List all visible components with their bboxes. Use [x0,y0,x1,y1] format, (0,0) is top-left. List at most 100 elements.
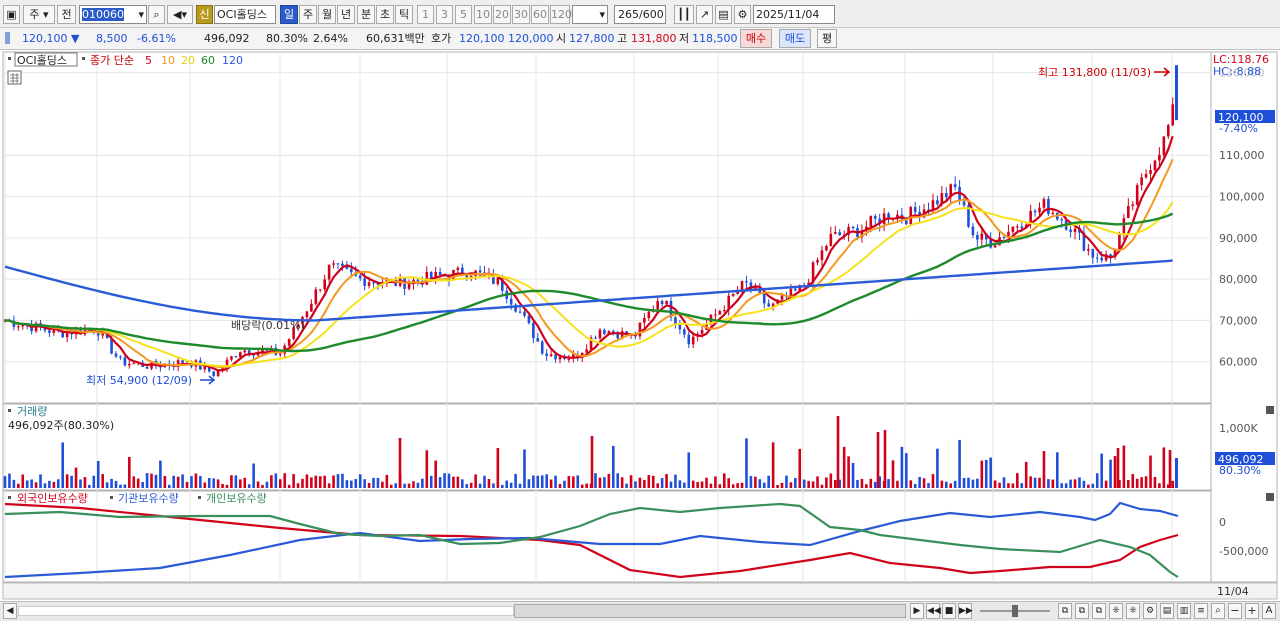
volume-bar [931,474,935,488]
rewind-icon[interactable]: ◀◀ [926,603,941,619]
candle-body [1038,207,1041,213]
eval-button[interactable]: 평 [817,29,837,48]
zoom-in-icon[interactable]: + [1245,603,1259,619]
zoom-slider-handle[interactable] [1012,605,1018,617]
tab-day[interactable]: 일 [280,5,298,24]
candle-body [780,295,784,300]
candle-body [691,336,695,345]
zoom-out-icon[interactable]: − [1228,603,1242,619]
volume-bar [740,482,744,488]
candle-last [1175,65,1178,121]
volume-bar [43,483,47,488]
search-zoom-icon[interactable]: ⌕ [1211,603,1225,619]
sound-icon[interactable]: ◀▾ [167,5,193,24]
gear-icon[interactable]: ⚙ [734,5,751,24]
volume-bar [1149,455,1152,488]
volume-bar [913,483,917,488]
volume-bar [1095,473,1099,488]
candle-body [873,216,877,219]
chart-list-icon[interactable]: ≡ [1194,603,1208,619]
candle-body [350,268,353,273]
scroll-track[interactable] [18,606,514,616]
buy-button[interactable]: 매수 [740,29,772,48]
scroll-thumb[interactable] [514,604,906,618]
date-input[interactable]: 2025/11/04 [753,5,835,24]
holdings-panel-close-icon[interactable] [1266,493,1274,501]
interval-3[interactable]: 3 [436,5,453,24]
candle-body [416,279,420,281]
volume-bar [865,484,868,488]
candle-body [332,263,335,265]
interval-30[interactable]: 30 [512,5,530,24]
volume-bar [163,475,167,488]
forward-icon[interactable]: ▶▶ [958,603,973,619]
interval-10[interactable]: 10 [474,5,492,24]
interval-custom-dropdown[interactable]: ▾ [572,5,608,24]
stop-icon[interactable]: ■ [942,603,956,619]
volume-bar [425,450,429,488]
sell-button[interactable]: 매도 [779,29,811,48]
candle-body [336,263,340,265]
quote-marker [5,32,10,44]
view-option-icon-1[interactable]: ⧉ [1058,603,1072,619]
volume-bar [709,483,713,488]
font-size-icon[interactable]: A [1262,603,1276,619]
amount-value: 60,631백만 [366,32,425,45]
interval-120[interactable]: 120 [550,5,572,24]
tab-year[interactable]: 년 [337,5,355,24]
scroll-left-icon[interactable]: ◀ [3,603,17,619]
price-tick-label: 100,000 [1219,191,1265,204]
candle-body [598,329,602,339]
settings-small-icon[interactable]: ⚙ [1143,603,1157,619]
prev-button[interactable]: 전 [57,5,76,24]
tab-week[interactable]: 주 [299,5,317,24]
stock-code-input[interactable]: 010060 ▾ [79,5,147,24]
volume-bar [696,482,699,488]
candle-type-icon[interactable]: ┃┃ [674,5,694,24]
tab-month[interactable]: 월 [318,5,336,24]
save-icon[interactable]: ▤ [715,5,732,24]
candle-body [1060,219,1064,221]
volume-bar [869,478,873,488]
interval-1[interactable]: 1 [417,5,434,24]
count-input[interactable]: 265/600 [614,5,666,24]
holdings-tick-0: 0 [1219,516,1226,529]
volume-bar [376,477,380,488]
print-icon[interactable]: ▤ [1160,603,1174,619]
draw-tool-icon[interactable]: ↗ [696,5,713,24]
view-option-icon-2[interactable]: ⧉ [1075,603,1089,619]
candle-body [318,289,322,291]
price-tick-label: 110,000 [1219,149,1265,162]
export-icon[interactable]: ▥ [1177,603,1191,619]
cross-icon[interactable]: ⁜ [1109,603,1123,619]
candle-body [114,353,118,357]
stock-name-field[interactable]: OCI홀딩스 [214,5,276,24]
scroll-right-icon[interactable]: ▶ [910,603,924,619]
volume-bar [194,473,198,488]
view-option-icon-3[interactable]: ⧉ [1092,603,1106,619]
candle-body [536,338,540,342]
volume-panel-close-icon[interactable] [1266,406,1274,414]
volume-bar [332,475,335,488]
volume-bar [1064,483,1068,488]
candle-body [48,330,51,333]
volume-bar [683,482,686,488]
volume-bar [123,484,127,488]
tab-tick[interactable]: 틱 [395,5,413,24]
period-select[interactable]: 주 ▾ [23,5,55,24]
volume-bar [749,476,753,488]
grid-icon[interactable]: ⁜ [1126,603,1140,619]
window-menu-icon[interactable]: ▣ [3,5,20,24]
search-icon[interactable]: ⌕ [148,5,165,24]
panel-table-icon[interactable] [7,70,22,85]
volume-bar [820,484,824,488]
interval-60[interactable]: 60 [531,5,549,24]
interval-5[interactable]: 5 [455,5,472,24]
tab-minute[interactable]: 분 [357,5,375,24]
interval-20[interactable]: 20 [493,5,511,24]
candle-body [545,353,548,356]
volume-bar [700,481,704,488]
volume-bar [345,480,349,488]
new-badge[interactable]: 신 [196,5,213,24]
tab-second[interactable]: 초 [376,5,394,24]
